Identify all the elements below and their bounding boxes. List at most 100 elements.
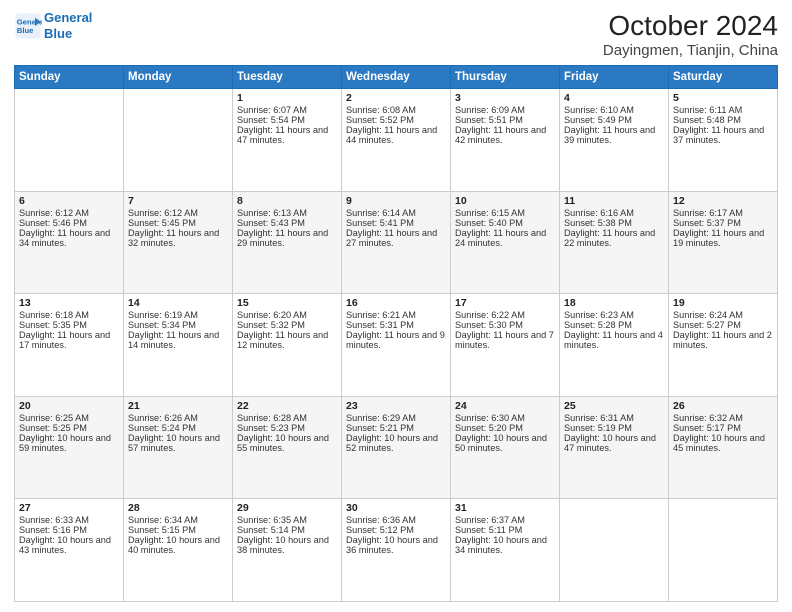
calendar-cell: 21Sunrise: 6:26 AMSunset: 5:24 PMDayligh…	[124, 396, 233, 499]
daylight-text: Daylight: 10 hours and 36 minutes.	[346, 535, 446, 555]
calendar-cell: 20Sunrise: 6:25 AMSunset: 5:25 PMDayligh…	[15, 396, 124, 499]
day-number: 13	[19, 297, 119, 309]
calendar-cell: 18Sunrise: 6:23 AMSunset: 5:28 PMDayligh…	[560, 294, 669, 397]
logo-line2: Blue	[44, 26, 72, 41]
calendar-cell: 10Sunrise: 6:15 AMSunset: 5:40 PMDayligh…	[451, 191, 560, 294]
sunrise-text: Sunrise: 6:37 AM	[455, 515, 555, 525]
sunrise-text: Sunrise: 6:30 AM	[455, 413, 555, 423]
calendar-cell: 12Sunrise: 6:17 AMSunset: 5:37 PMDayligh…	[669, 191, 778, 294]
sunset-text: Sunset: 5:32 PM	[237, 320, 337, 330]
calendar-cell: 15Sunrise: 6:20 AMSunset: 5:32 PMDayligh…	[233, 294, 342, 397]
daylight-text: Daylight: 11 hours and 39 minutes.	[564, 125, 664, 145]
daylight-text: Daylight: 10 hours and 43 minutes.	[19, 535, 119, 555]
calendar-cell: 28Sunrise: 6:34 AMSunset: 5:15 PMDayligh…	[124, 499, 233, 602]
day-number: 22	[237, 400, 337, 412]
daylight-text: Daylight: 11 hours and 32 minutes.	[128, 228, 228, 248]
daylight-text: Daylight: 11 hours and 4 minutes.	[564, 330, 664, 350]
title-block: October 2024 Dayingmen, Tianjin, China	[603, 10, 778, 59]
calendar-week-row: 6Sunrise: 6:12 AMSunset: 5:46 PMDaylight…	[15, 191, 778, 294]
sunrise-text: Sunrise: 6:11 AM	[673, 105, 773, 115]
calendar-cell: 16Sunrise: 6:21 AMSunset: 5:31 PMDayligh…	[342, 294, 451, 397]
sunset-text: Sunset: 5:20 PM	[455, 423, 555, 433]
daylight-text: Daylight: 11 hours and 22 minutes.	[564, 228, 664, 248]
daylight-text: Daylight: 11 hours and 37 minutes.	[673, 125, 773, 145]
day-number: 10	[455, 195, 555, 207]
sunset-text: Sunset: 5:37 PM	[673, 218, 773, 228]
daylight-text: Daylight: 11 hours and 27 minutes.	[346, 228, 446, 248]
calendar-title: October 2024	[603, 10, 778, 42]
sunset-text: Sunset: 5:17 PM	[673, 423, 773, 433]
daylight-text: Daylight: 10 hours and 38 minutes.	[237, 535, 337, 555]
calendar-cell: 29Sunrise: 6:35 AMSunset: 5:14 PMDayligh…	[233, 499, 342, 602]
day-header-thursday: Thursday	[451, 66, 560, 89]
sunset-text: Sunset: 5:28 PM	[564, 320, 664, 330]
sunrise-text: Sunrise: 6:23 AM	[564, 310, 664, 320]
day-number: 31	[455, 502, 555, 514]
sunrise-text: Sunrise: 6:12 AM	[19, 208, 119, 218]
calendar-subtitle: Dayingmen, Tianjin, China	[603, 42, 778, 59]
logo-line1: General	[44, 10, 92, 25]
daylight-text: Daylight: 10 hours and 45 minutes.	[673, 433, 773, 453]
sunset-text: Sunset: 5:49 PM	[564, 115, 664, 125]
day-header-saturday: Saturday	[669, 66, 778, 89]
day-number: 16	[346, 297, 446, 309]
day-header-wednesday: Wednesday	[342, 66, 451, 89]
sunrise-text: Sunrise: 6:33 AM	[19, 515, 119, 525]
logo-icon: General Blue	[14, 12, 42, 40]
calendar-cell: 9Sunrise: 6:14 AMSunset: 5:41 PMDaylight…	[342, 191, 451, 294]
sunrise-text: Sunrise: 6:14 AM	[346, 208, 446, 218]
sunrise-text: Sunrise: 6:12 AM	[128, 208, 228, 218]
day-number: 23	[346, 400, 446, 412]
day-number: 9	[346, 195, 446, 207]
calendar-cell: 19Sunrise: 6:24 AMSunset: 5:27 PMDayligh…	[669, 294, 778, 397]
calendar-cell: 1Sunrise: 6:07 AMSunset: 5:54 PMDaylight…	[233, 89, 342, 192]
daylight-text: Daylight: 11 hours and 29 minutes.	[237, 228, 337, 248]
day-number: 18	[564, 297, 664, 309]
sunrise-text: Sunrise: 6:15 AM	[455, 208, 555, 218]
sunrise-text: Sunrise: 6:17 AM	[673, 208, 773, 218]
sunset-text: Sunset: 5:52 PM	[346, 115, 446, 125]
sunrise-text: Sunrise: 6:34 AM	[128, 515, 228, 525]
calendar-week-row: 13Sunrise: 6:18 AMSunset: 5:35 PMDayligh…	[15, 294, 778, 397]
daylight-text: Daylight: 11 hours and 7 minutes.	[455, 330, 555, 350]
sunset-text: Sunset: 5:23 PM	[237, 423, 337, 433]
calendar-cell: 22Sunrise: 6:28 AMSunset: 5:23 PMDayligh…	[233, 396, 342, 499]
day-header-tuesday: Tuesday	[233, 66, 342, 89]
daylight-text: Daylight: 11 hours and 47 minutes.	[237, 125, 337, 145]
day-number: 30	[346, 502, 446, 514]
daylight-text: Daylight: 11 hours and 44 minutes.	[346, 125, 446, 145]
logo-text: General Blue	[44, 10, 92, 41]
sunrise-text: Sunrise: 6:36 AM	[346, 515, 446, 525]
calendar-cell: 4Sunrise: 6:10 AMSunset: 5:49 PMDaylight…	[560, 89, 669, 192]
sunrise-text: Sunrise: 6:16 AM	[564, 208, 664, 218]
sunset-text: Sunset: 5:46 PM	[19, 218, 119, 228]
calendar-header-row: SundayMondayTuesdayWednesdayThursdayFrid…	[15, 66, 778, 89]
calendar-cell: 31Sunrise: 6:37 AMSunset: 5:11 PMDayligh…	[451, 499, 560, 602]
calendar-cell	[124, 89, 233, 192]
sunset-text: Sunset: 5:48 PM	[673, 115, 773, 125]
sunset-text: Sunset: 5:11 PM	[455, 525, 555, 535]
sunrise-text: Sunrise: 6:29 AM	[346, 413, 446, 423]
daylight-text: Daylight: 10 hours and 55 minutes.	[237, 433, 337, 453]
calendar-table: SundayMondayTuesdayWednesdayThursdayFrid…	[14, 65, 778, 602]
calendar-cell: 6Sunrise: 6:12 AMSunset: 5:46 PMDaylight…	[15, 191, 124, 294]
sunset-text: Sunset: 5:24 PM	[128, 423, 228, 433]
day-number: 20	[19, 400, 119, 412]
sunrise-text: Sunrise: 6:13 AM	[237, 208, 337, 218]
sunset-text: Sunset: 5:14 PM	[237, 525, 337, 535]
calendar-cell: 3Sunrise: 6:09 AMSunset: 5:51 PMDaylight…	[451, 89, 560, 192]
sunrise-text: Sunrise: 6:32 AM	[673, 413, 773, 423]
day-number: 6	[19, 195, 119, 207]
sunrise-text: Sunrise: 6:20 AM	[237, 310, 337, 320]
daylight-text: Daylight: 11 hours and 9 minutes.	[346, 330, 446, 350]
sunset-text: Sunset: 5:34 PM	[128, 320, 228, 330]
daylight-text: Daylight: 10 hours and 59 minutes.	[19, 433, 119, 453]
sunrise-text: Sunrise: 6:35 AM	[237, 515, 337, 525]
calendar-cell: 2Sunrise: 6:08 AMSunset: 5:52 PMDaylight…	[342, 89, 451, 192]
calendar-cell	[669, 499, 778, 602]
day-number: 29	[237, 502, 337, 514]
sunset-text: Sunset: 5:19 PM	[564, 423, 664, 433]
daylight-text: Daylight: 11 hours and 24 minutes.	[455, 228, 555, 248]
sunset-text: Sunset: 5:35 PM	[19, 320, 119, 330]
day-number: 4	[564, 92, 664, 104]
